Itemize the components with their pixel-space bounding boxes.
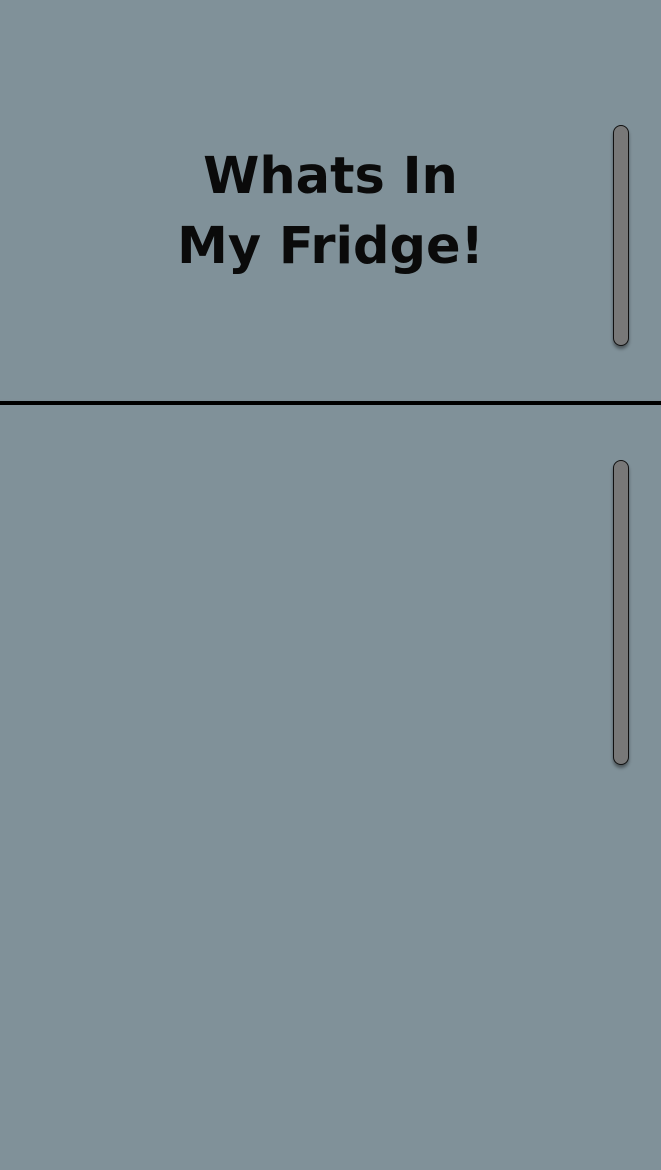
page-title-line-2: My Fridge! <box>177 217 484 276</box>
page-title: Whats In My Fridge! <box>0 142 661 282</box>
freezer-door[interactable]: Whats In My Fridge! <box>0 0 661 402</box>
freezer-door-handle[interactable] <box>613 125 629 346</box>
fridge: Whats In My Fridge! <box>0 0 661 1170</box>
fridge-door[interactable] <box>0 405 661 1170</box>
fridge-door-handle[interactable] <box>613 460 629 765</box>
page-title-line-1: Whats In <box>203 147 458 206</box>
